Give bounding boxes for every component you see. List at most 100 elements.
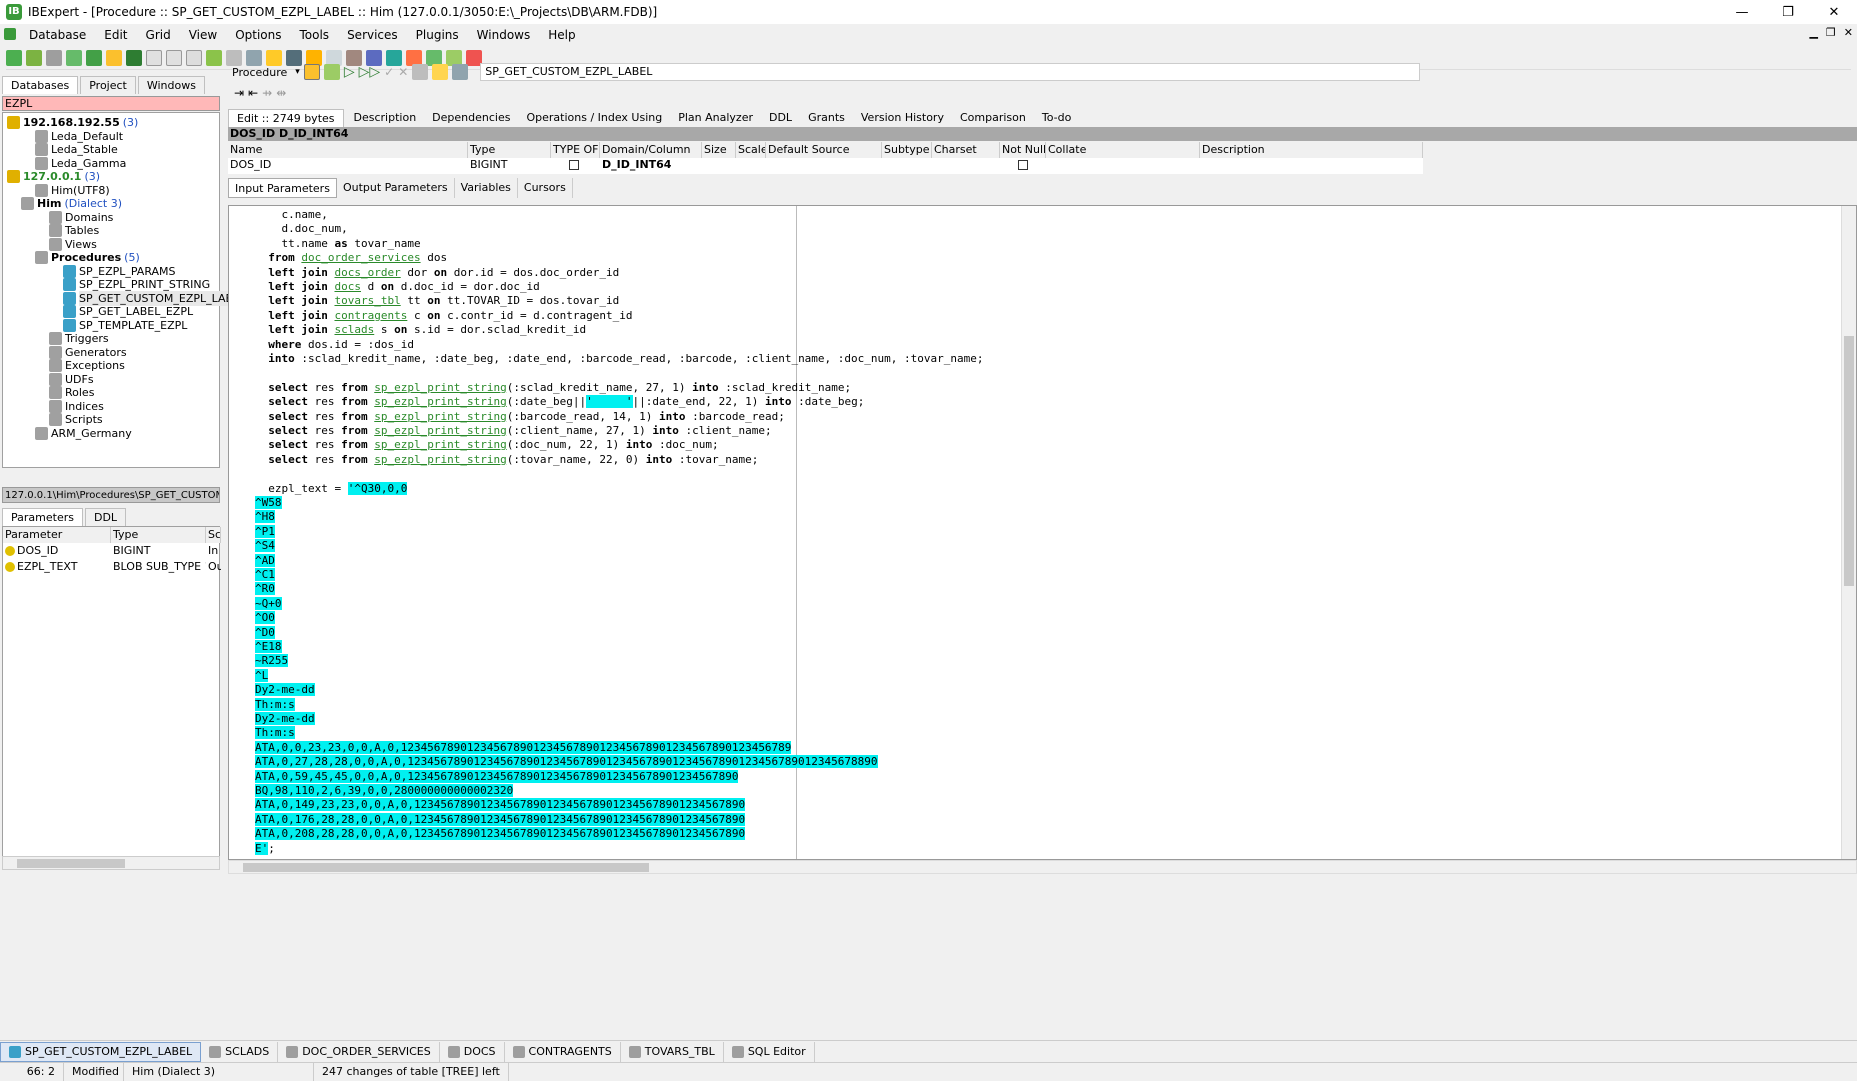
window-tab[interactable]: SCLADS bbox=[201, 1041, 279, 1062]
indent-icon[interactable]: ⇥ bbox=[234, 86, 244, 100]
menu-database[interactable]: Database bbox=[20, 28, 95, 42]
grid-cell-type[interactable]: BIGINT bbox=[468, 157, 568, 173]
restore-button[interactable]: ❐ bbox=[1765, 0, 1811, 24]
tab-grants[interactable]: Grants bbox=[800, 108, 853, 127]
register-db-icon[interactable] bbox=[6, 49, 22, 66]
grid-col-header[interactable]: TYPE OF bbox=[551, 142, 600, 158]
connect-icon[interactable] bbox=[46, 49, 62, 66]
menu-tools[interactable]: Tools bbox=[291, 28, 339, 42]
tab-dependencies[interactable]: Dependencies bbox=[424, 108, 518, 127]
object-name-field[interactable]: SP_GET_CUSTOM_EZPL_LABEL bbox=[480, 63, 1421, 81]
tab-parameters[interactable]: Parameters bbox=[2, 508, 83, 526]
grid-col-header[interactable]: Type bbox=[468, 142, 551, 158]
grid-col-header[interactable]: Subtype bbox=[882, 142, 932, 158]
window-tab[interactable]: DOCS bbox=[440, 1041, 505, 1062]
debug-icon[interactable] bbox=[432, 64, 449, 80]
menu-grid[interactable]: Grid bbox=[137, 28, 180, 42]
restore-icon[interactable] bbox=[126, 49, 142, 66]
tab-ddl[interactable]: DDL bbox=[84, 508, 127, 526]
col-scope[interactable]: Sc bbox=[206, 527, 221, 543]
tab-description[interactable]: Description bbox=[346, 108, 425, 127]
grid-col-header[interactable]: Scale bbox=[736, 142, 766, 158]
sql-editor-icon[interactable] bbox=[186, 49, 202, 66]
grid-col-header[interactable]: Name bbox=[228, 142, 468, 158]
chevron-down-icon[interactable]: ▾ bbox=[295, 67, 300, 77]
tab-project[interactable]: Project bbox=[80, 76, 136, 94]
rollback-icon[interactable]: ✕ bbox=[398, 65, 408, 79]
window-tab[interactable]: TOVARS_TBL bbox=[621, 1041, 724, 1062]
lightning-icon[interactable] bbox=[323, 64, 340, 80]
code-hscrollbar[interactable] bbox=[228, 860, 1857, 874]
menu-plugins[interactable]: Plugins bbox=[407, 28, 468, 42]
tree-node[interactable]: ARM_Germany bbox=[35, 426, 132, 441]
minimize-button[interactable]: — bbox=[1719, 0, 1765, 24]
menu-options[interactable]: Options bbox=[226, 28, 290, 42]
run-step-icon[interactable]: ▷▷ bbox=[359, 64, 381, 80]
outdent-icon[interactable]: ⇤ bbox=[248, 86, 258, 100]
param-name[interactable]: EZPL_TEXT bbox=[3, 559, 111, 575]
tab-comparison[interactable]: Comparison bbox=[952, 108, 1034, 127]
uncomment-icon[interactable]: ⇹ bbox=[276, 86, 286, 100]
tab-plan-analyzer[interactable]: Plan Analyzer bbox=[670, 108, 761, 127]
backup-icon[interactable] bbox=[106, 49, 122, 66]
grid-col-header[interactable]: Domain/Column bbox=[600, 142, 702, 158]
grid-col-header[interactable]: Size bbox=[702, 142, 736, 158]
tab-todo[interactable]: To-do bbox=[1034, 108, 1079, 127]
type-of-checkbox[interactable] bbox=[569, 160, 579, 170]
unregister-db-icon[interactable] bbox=[26, 49, 42, 66]
tab-operations[interactable]: Operations / Index Using bbox=[518, 108, 670, 127]
mdi-restore-icon[interactable]: ❐ bbox=[1826, 26, 1836, 39]
tab-output-parameters[interactable]: Output Parameters bbox=[337, 178, 455, 198]
tab-input-parameters[interactable]: Input Parameters bbox=[228, 178, 337, 198]
menu-help[interactable]: Help bbox=[539, 28, 584, 42]
window-tab[interactable]: DOC_ORDER_SERVICES bbox=[278, 1041, 440, 1062]
tab-version-history[interactable]: Version History bbox=[853, 108, 952, 127]
format-icon[interactable] bbox=[452, 64, 469, 80]
tab-databases[interactable]: Databases bbox=[2, 76, 79, 94]
param-name[interactable]: DOS_ID bbox=[3, 543, 111, 559]
reconnect-icon[interactable] bbox=[86, 49, 102, 66]
close-button[interactable]: ✕ bbox=[1811, 0, 1857, 24]
comment-icon[interactable]: ⇸ bbox=[262, 86, 272, 100]
menu-services[interactable]: Services bbox=[338, 28, 407, 42]
scroll-thumb[interactable] bbox=[1844, 336, 1854, 586]
print-icon[interactable] bbox=[412, 64, 429, 80]
tab-variables[interactable]: Variables bbox=[455, 178, 518, 198]
window-tab[interactable]: SQL Editor bbox=[724, 1041, 815, 1062]
commit-icon[interactable]: ✓ bbox=[384, 65, 394, 79]
run-icon[interactable]: ▷ bbox=[344, 64, 355, 80]
window-tab[interactable]: CONTRAGENTS bbox=[505, 1041, 621, 1062]
param-subtabs: Input Parameters Output Parameters Varia… bbox=[228, 178, 573, 198]
tab-cursors[interactable]: Cursors bbox=[518, 178, 573, 198]
new-doc-icon[interactable] bbox=[146, 49, 162, 66]
window-tab[interactable]: SP_GET_CUSTOM_EZPL_LABEL bbox=[0, 1041, 202, 1062]
code-editor[interactable]: c.name, d.doc_num, tt.name as tovar_name… bbox=[228, 205, 1857, 860]
grid-col-header[interactable]: Charset bbox=[932, 142, 1000, 158]
menu-view[interactable]: View bbox=[180, 28, 226, 42]
grid-col-header[interactable]: Not Null bbox=[1000, 142, 1046, 158]
menu-windows[interactable]: Windows bbox=[468, 28, 540, 42]
grid-col-header[interactable]: Description bbox=[1200, 142, 1423, 158]
code-line: ATA,0,149,23,23,0,0,A,0,1234567890123456… bbox=[255, 798, 746, 812]
grid-col-header[interactable]: Default Source bbox=[766, 142, 882, 158]
refresh-icon[interactable] bbox=[206, 49, 222, 66]
copy-icon[interactable] bbox=[166, 49, 182, 66]
mdi-close-icon[interactable]: ✕ bbox=[1844, 26, 1853, 39]
col-type[interactable]: Type bbox=[111, 527, 206, 543]
filter-input[interactable]: EZPL bbox=[2, 96, 220, 111]
col-parameter[interactable]: Parameter bbox=[3, 527, 111, 543]
mdi-minimize-icon[interactable]: ▁ bbox=[1809, 26, 1817, 39]
object-type-select[interactable]: Procedure bbox=[228, 66, 291, 79]
grid-col-header[interactable]: Collate bbox=[1046, 142, 1200, 158]
menu-edit[interactable]: Edit bbox=[95, 28, 136, 42]
code-vscrollbar[interactable] bbox=[1841, 206, 1856, 859]
grid-cell-name[interactable]: DOS_ID bbox=[228, 157, 328, 173]
compile-icon[interactable] bbox=[303, 64, 320, 80]
tab-edit[interactable]: Edit :: 2749 bytes bbox=[228, 109, 344, 127]
disconnect-icon[interactable] bbox=[66, 49, 82, 66]
left-hscrollbar[interactable] bbox=[2, 856, 220, 870]
not-null-checkbox[interactable] bbox=[1018, 160, 1028, 170]
grid-cell-domain[interactable]: D_ID_INT64 bbox=[600, 157, 700, 173]
tab-ddl-editor[interactable]: DDL bbox=[761, 108, 800, 127]
tab-windows[interactable]: Windows bbox=[137, 76, 205, 94]
